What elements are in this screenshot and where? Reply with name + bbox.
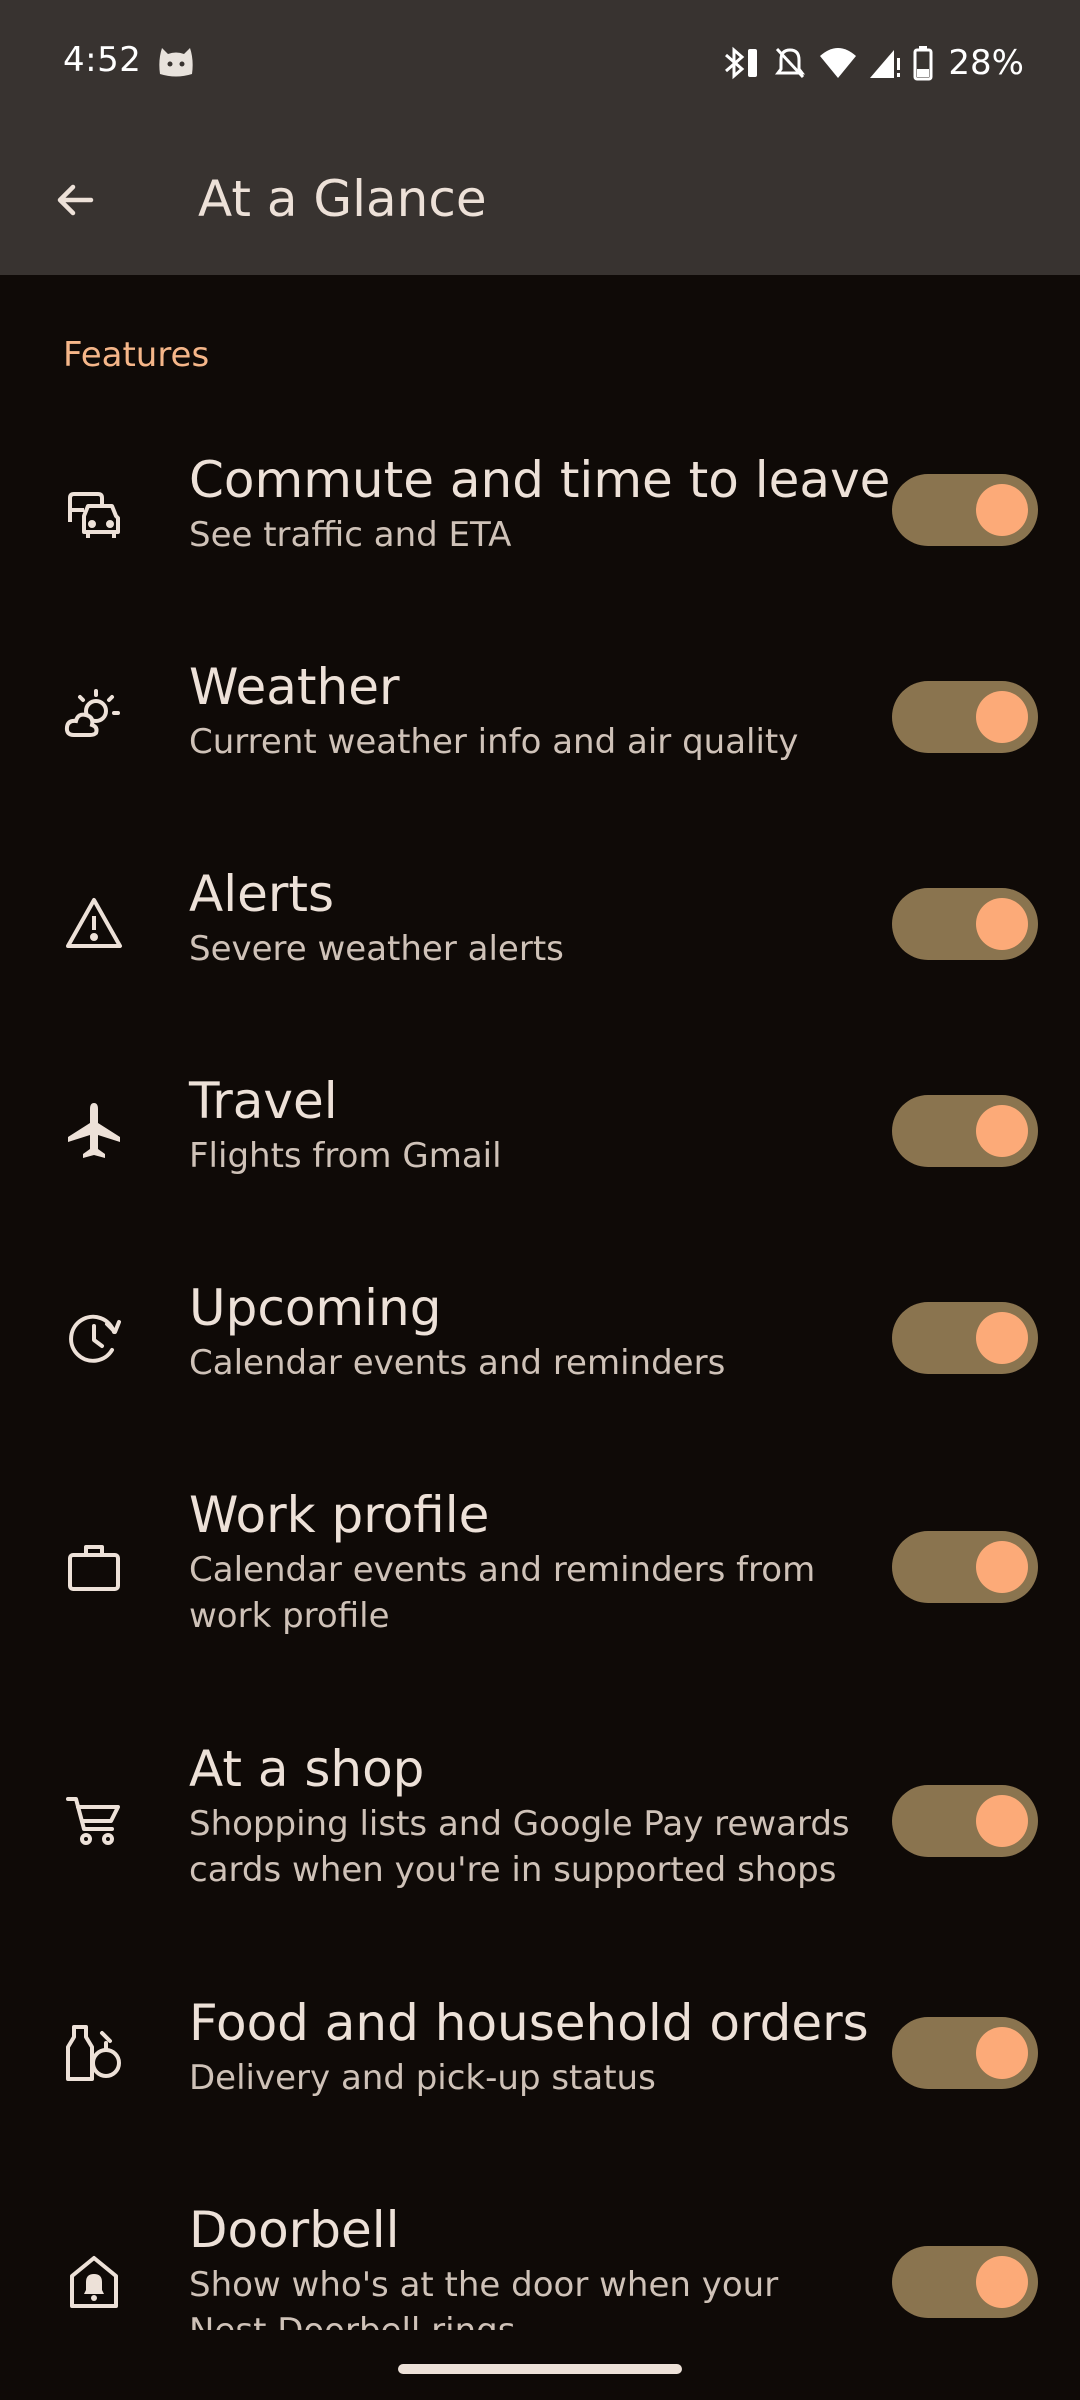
upcoming-toggle[interactable]	[892, 1302, 1038, 1374]
status-icons: 28%	[722, 38, 1024, 88]
bluetooth-battery-icon	[722, 45, 762, 81]
toggle-thumb	[976, 2027, 1028, 2079]
back-button[interactable]	[40, 165, 110, 235]
feature-title: Upcoming	[189, 1279, 442, 1337]
battery-icon	[912, 45, 934, 81]
weather-icon	[58, 681, 130, 753]
toggle-thumb	[976, 898, 1028, 950]
feature-row-work-profile[interactable]: Work profile Calendar events and reminde…	[0, 1475, 1080, 1660]
feature-summary: Flights from Gmail	[189, 1136, 502, 1176]
feature-row-at-a-shop[interactable]: At a shop Shopping lists and Google Pay …	[0, 1729, 1080, 1914]
work-briefcase-icon	[58, 1531, 130, 1603]
gesture-nav-handle[interactable]	[398, 2364, 682, 2374]
feature-title: Commute and time to leave	[189, 451, 891, 509]
feature-row-food-orders[interactable]: Food and household orders Delivery and p…	[0, 1983, 1080, 2133]
weather-toggle[interactable]	[892, 681, 1038, 753]
toggle-thumb	[976, 1795, 1028, 1847]
signal-icon	[868, 46, 902, 80]
wifi-icon	[818, 46, 858, 80]
work-profile-toggle[interactable]	[892, 1531, 1038, 1603]
feature-row-alerts[interactable]: Alerts Severe weather alerts	[0, 854, 1080, 1004]
feature-summary: Calendar events and reminders from work …	[189, 1550, 816, 1636]
feature-summary: Delivery and pick-up status	[189, 2058, 656, 2098]
arrow-back-icon	[57, 184, 94, 216]
commute-icon	[58, 480, 130, 552]
food-orders-icon	[58, 2017, 130, 2089]
feature-title: Doorbell	[189, 2201, 400, 2259]
silent-icon	[772, 45, 808, 81]
battery-percent: 28%	[948, 43, 1024, 83]
feature-title: Food and household orders	[189, 1994, 869, 2052]
feature-summary: See traffic and ETA	[189, 515, 512, 555]
toggle-thumb	[976, 1541, 1028, 1593]
feature-title: Alerts	[189, 865, 335, 923]
upcoming-icon	[58, 1302, 130, 1374]
at-a-shop-toggle[interactable]	[892, 1785, 1038, 1857]
feature-summary: Severe weather alerts	[189, 929, 564, 969]
shopping-cart-icon	[58, 1785, 130, 1857]
section-header-features: Features	[63, 335, 210, 375]
feature-summary: Current weather info and air quality	[189, 722, 799, 762]
status-bar: 4:52 28%	[0, 0, 1080, 125]
page-title: At a Glance	[198, 170, 487, 228]
feature-title: Work profile	[189, 1486, 490, 1544]
food-orders-toggle[interactable]	[892, 2017, 1038, 2089]
feature-row-upcoming[interactable]: Upcoming Calendar events and reminders	[0, 1268, 1080, 1418]
feature-row-commute[interactable]: Commute and time to leave See traffic an…	[0, 440, 1080, 590]
doorbell-icon	[58, 2246, 130, 2318]
toggle-thumb	[976, 484, 1028, 536]
toggle-thumb	[976, 691, 1028, 743]
status-time: 4:52	[63, 40, 142, 80]
feature-summary: Calendar events and reminders	[189, 1343, 726, 1383]
feature-summary: Shopping lists and Google Pay rewards ca…	[189, 1804, 850, 1890]
feature-title: At a shop	[189, 1740, 425, 1798]
feature-title: Travel	[189, 1072, 338, 1130]
alerts-toggle[interactable]	[892, 888, 1038, 960]
toggle-thumb	[976, 1105, 1028, 1157]
feature-row-weather[interactable]: Weather Current weather info and air qua…	[0, 647, 1080, 797]
commute-toggle[interactable]	[892, 474, 1038, 546]
cat-notification-icon	[156, 44, 196, 78]
travel-toggle[interactable]	[892, 1095, 1038, 1167]
flight-icon	[58, 1095, 130, 1167]
alert-icon	[58, 888, 130, 960]
app-bar: At a Glance	[0, 125, 1080, 275]
feature-row-travel[interactable]: Travel Flights from Gmail	[0, 1061, 1080, 1211]
toggle-thumb	[976, 1312, 1028, 1364]
toggle-thumb	[976, 2256, 1028, 2308]
doorbell-toggle[interactable]	[892, 2246, 1038, 2318]
feature-title: Weather	[189, 658, 400, 716]
